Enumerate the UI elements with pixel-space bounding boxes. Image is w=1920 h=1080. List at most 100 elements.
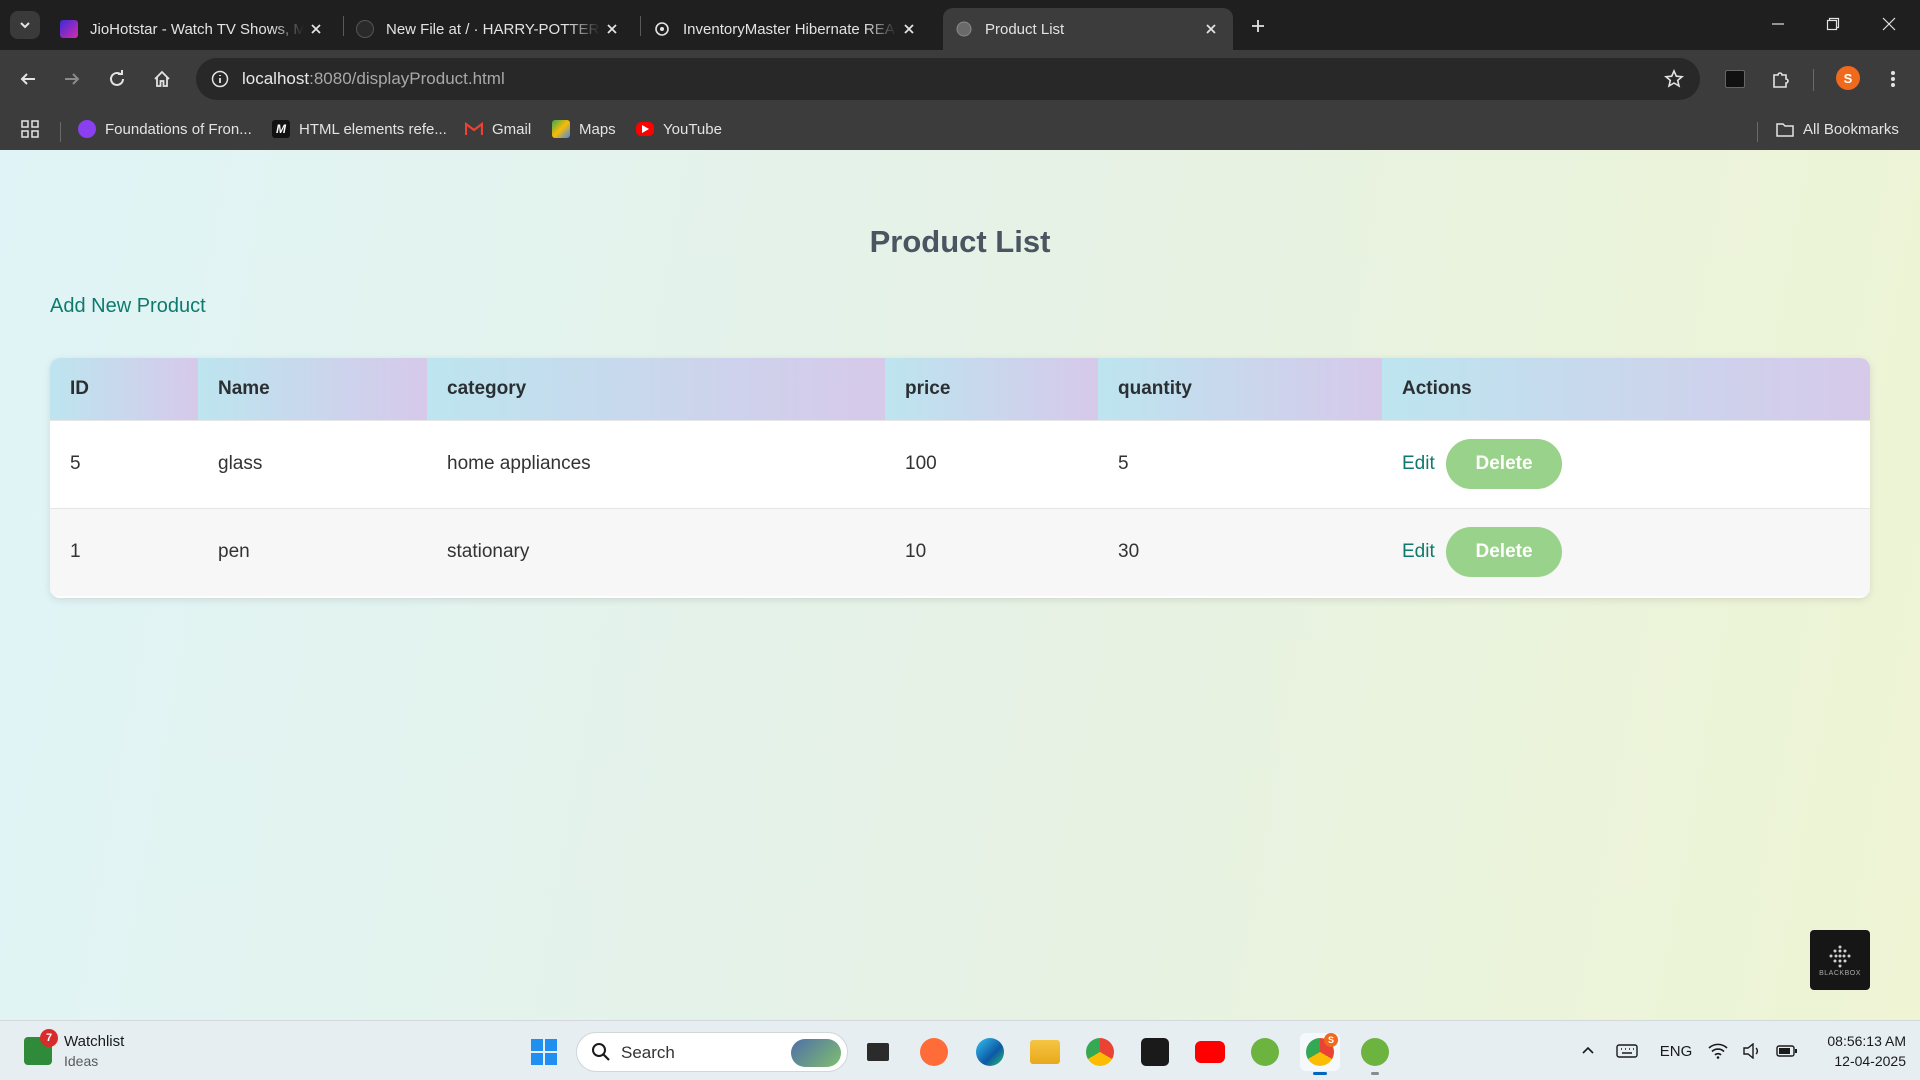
close-icon[interactable] (1199, 17, 1223, 41)
column-header-actions: Actions (1382, 358, 1870, 420)
column-header-id: ID (50, 358, 198, 420)
taskbar-app-edge[interactable] (970, 1033, 1010, 1071)
bookmark-label: Gmail (492, 120, 532, 138)
close-icon[interactable] (897, 17, 921, 41)
foundations-icon (78, 120, 96, 138)
bookmark-html-elements[interactable]: M HTML elements refe... (272, 117, 447, 141)
chatgpt-icon (653, 20, 671, 38)
taskbar-app-spring-tool[interactable] (1245, 1033, 1285, 1071)
mdn-icon: M (272, 120, 290, 138)
system-clock[interactable]: 08:56:13 AM 12-04-2025 (1806, 1031, 1906, 1071)
taskbar: 7 Watchlist Ideas Search S ENG 08:56:13 … (0, 1020, 1920, 1080)
address-bar[interactable]: localhost:8080/displayProduct.html (196, 58, 1700, 100)
url-host: localhost (242, 69, 310, 88)
url-text[interactable]: localhost:8080/displayProduct.html (242, 69, 505, 89)
restore-icon (1826, 17, 1840, 31)
bookmarks-divider (1757, 122, 1758, 142)
tab-github[interactable]: New File at / · HARRY-POTTER-WEB (344, 8, 634, 50)
close-icon (1882, 17, 1896, 31)
table-header-row: ID Name category price quantity Actions (50, 358, 1870, 420)
menu-button[interactable] (1877, 63, 1909, 95)
start-button[interactable] (524, 1033, 564, 1071)
close-icon[interactable] (304, 17, 328, 41)
wifi-icon (1708, 1043, 1728, 1059)
clock-time: 08:56:13 AM (1827, 1033, 1906, 1049)
bookmark-foundations[interactable]: Foundations of Fron... (78, 117, 252, 141)
windows-icon (531, 1039, 557, 1065)
folder-icon (1030, 1040, 1060, 1064)
close-icon[interactable] (600, 17, 624, 41)
home-button[interactable] (146, 63, 178, 95)
taskbar-app-postman[interactable] (914, 1033, 954, 1071)
url-path: :8080/displayProduct.html (309, 69, 505, 88)
extensions-button[interactable] (1765, 63, 1797, 95)
quick-settings-button[interactable] (1708, 1039, 1798, 1063)
bookmark-maps[interactable]: Maps (552, 117, 616, 141)
apps-grid-icon (21, 120, 39, 138)
blackbox-widget[interactable]: BLACKBOX (1810, 930, 1870, 990)
tab-title: Product List (985, 20, 1065, 38)
column-header-category: category (427, 358, 885, 420)
tab-inventorymaster[interactable]: InventoryMaster Hibernate REACT (641, 8, 931, 50)
restore-button[interactable] (1811, 8, 1855, 40)
apps-button[interactable] (20, 117, 40, 141)
notification-badge: 7 (40, 1029, 58, 1047)
new-tab-button[interactable] (1244, 12, 1272, 40)
minimize-button[interactable] (1756, 8, 1800, 40)
cell-actions: Edit Delete (1382, 420, 1870, 508)
bookmark-label: Foundations of Fron... (105, 120, 252, 138)
github-icon (356, 20, 374, 38)
watchlist-widget[interactable]: 7 Watchlist Ideas (24, 1029, 184, 1071)
forward-button[interactable] (56, 63, 88, 95)
site-info-icon[interactable] (208, 67, 232, 91)
page-content: Product List Add New Product ID Name cat… (0, 150, 1920, 1020)
gmail-icon (465, 120, 483, 138)
back-button[interactable] (12, 63, 44, 95)
blackbox-extension-button[interactable] (1719, 63, 1751, 95)
youtube-icon (1195, 1041, 1225, 1063)
taskbar-app-chrome-profile[interactable]: S (1300, 1033, 1340, 1075)
taskbar-app-wps[interactable] (1135, 1033, 1175, 1071)
taskbar-app-spring-tool-2[interactable] (1355, 1033, 1395, 1075)
kebab-menu-icon (1891, 71, 1895, 87)
bookmarks-divider (60, 122, 61, 142)
show-hidden-icons-button[interactable] (1574, 1039, 1602, 1063)
chevron-down-icon (20, 22, 30, 29)
blackbox-extension-icon (1725, 70, 1745, 88)
minimize-icon (1772, 23, 1784, 25)
profile-avatar[interactable]: S (1836, 66, 1860, 90)
tab-product-list[interactable]: Product List (943, 8, 1233, 50)
delete-button[interactable]: Delete (1446, 439, 1563, 489)
add-new-product-link[interactable]: Add New Product (50, 295, 206, 318)
edit-link[interactable]: Edit (1402, 453, 1435, 474)
delete-button[interactable]: Delete (1446, 527, 1563, 578)
cell-category: home appliances (447, 453, 591, 474)
battery-icon (1776, 1045, 1797, 1057)
touch-keyboard-button[interactable] (1612, 1039, 1642, 1063)
running-indicator (1371, 1072, 1379, 1075)
reload-button[interactable] (101, 63, 133, 95)
cell-actions: Edit Delete (1382, 508, 1870, 596)
globe-icon (955, 20, 973, 38)
taskbar-app-chrome[interactable] (1080, 1033, 1120, 1071)
page-title: Product List (869, 224, 1051, 259)
tab-jiohotstar[interactable]: JioHotstar - Watch TV Shows, Movies (48, 8, 338, 50)
watchlist-subtitle: Ideas (64, 1053, 99, 1069)
taskbar-search[interactable]: Search (576, 1032, 848, 1072)
all-bookmarks-button[interactable]: All Bookmarks (1776, 117, 1899, 141)
edit-link[interactable]: Edit (1402, 541, 1435, 562)
active-indicator (1313, 1072, 1327, 1075)
bookmark-gmail[interactable]: Gmail (465, 117, 531, 141)
tab-search-button[interactable] (10, 11, 40, 39)
bookmark-label: YouTube (663, 120, 722, 138)
taskbar-app-file-explorer[interactable] (1025, 1033, 1065, 1071)
language-indicator[interactable]: ENG (1654, 1039, 1698, 1063)
profile-badge: S (1324, 1033, 1338, 1047)
task-view-button[interactable] (858, 1033, 898, 1071)
bookmark-youtube[interactable]: YouTube (636, 117, 722, 141)
column-header-quantity: quantity (1098, 358, 1382, 420)
bookmark-star-icon[interactable] (1662, 67, 1686, 91)
close-window-button[interactable] (1867, 8, 1911, 40)
wps-icon (1141, 1038, 1169, 1066)
taskbar-app-youtube[interactable] (1190, 1033, 1230, 1071)
